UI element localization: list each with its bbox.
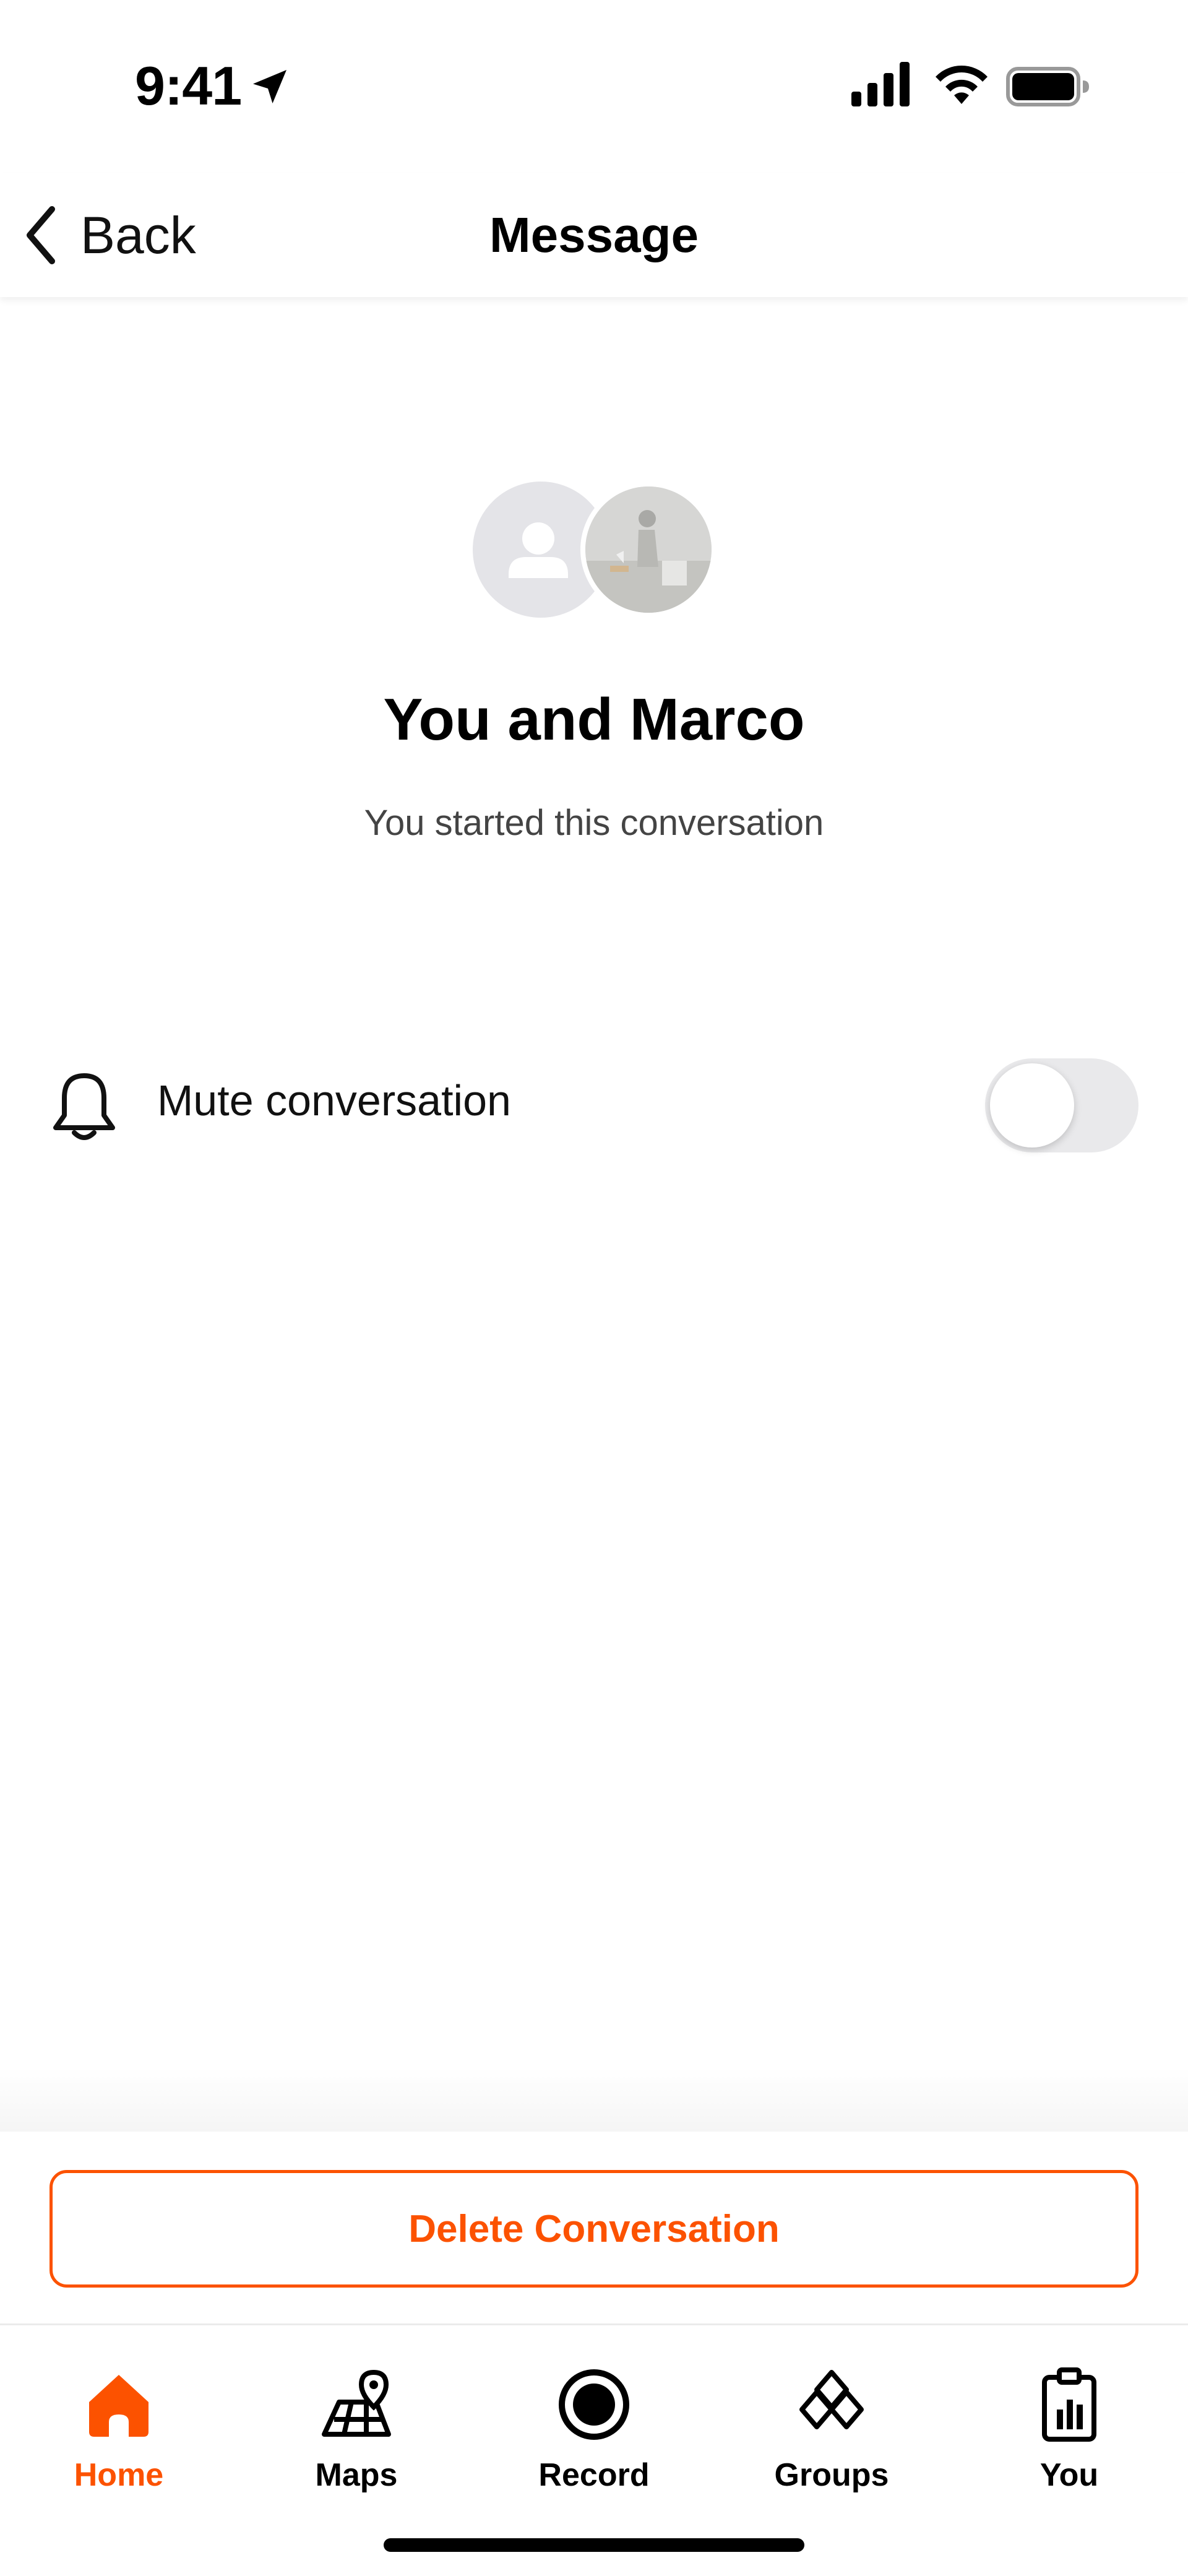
tab-maps[interactable]: Maps	[238, 2340, 475, 2501]
home-indicator	[384, 2538, 804, 2552]
tab-label: Maps	[315, 2457, 398, 2493]
status-time: 9:41	[135, 55, 242, 116]
conversation-subtitle: You started this conversation	[364, 803, 824, 843]
clipboard-chart-icon	[1042, 2367, 1096, 2442]
tab-home[interactable]: Home	[0, 2340, 238, 2501]
conversation-title: You and Marco	[383, 686, 805, 753]
maps-icon	[322, 2369, 391, 2437]
tab-label: Groups	[774, 2457, 889, 2493]
delete-conversation-button[interactable]: Delete Conversation	[50, 2170, 1138, 2288]
tab-record[interactable]: Record	[475, 2340, 713, 2501]
divider-shadow	[0, 2067, 1188, 2132]
tab-label: Record	[538, 2457, 650, 2493]
tab-label: You	[1040, 2457, 1099, 2493]
tab-label: Home	[74, 2457, 164, 2493]
battery-icon	[1006, 67, 1089, 106]
record-icon	[559, 2369, 629, 2440]
status-bar: 9:41	[0, 0, 1188, 173]
navigation-bar: Back Message	[0, 173, 1188, 297]
tab-bar: Home Maps Record Groups You	[0, 2323, 1188, 2576]
action-area: Delete Conversation	[0, 2132, 1188, 2323]
marco-avatar	[580, 482, 717, 618]
groups-icon	[799, 2370, 864, 2429]
profile-photo-image	[585, 486, 712, 613]
toggle-knob	[990, 1063, 1074, 1148]
cellular-signal-icon	[851, 62, 910, 106]
mute-toggle[interactable]	[985, 1058, 1138, 1152]
tab-you[interactable]: You	[950, 2340, 1188, 2501]
mute-conversation-label: Mute conversation	[157, 1076, 511, 1125]
participant-avatars	[473, 482, 720, 618]
tab-groups[interactable]: Groups	[713, 2340, 950, 2501]
location-arrow-icon	[253, 70, 286, 103]
wifi-icon	[936, 66, 988, 104]
bell-icon	[53, 1073, 115, 1140]
page-title: Message	[489, 207, 699, 262]
home-icon	[89, 2375, 148, 2437]
